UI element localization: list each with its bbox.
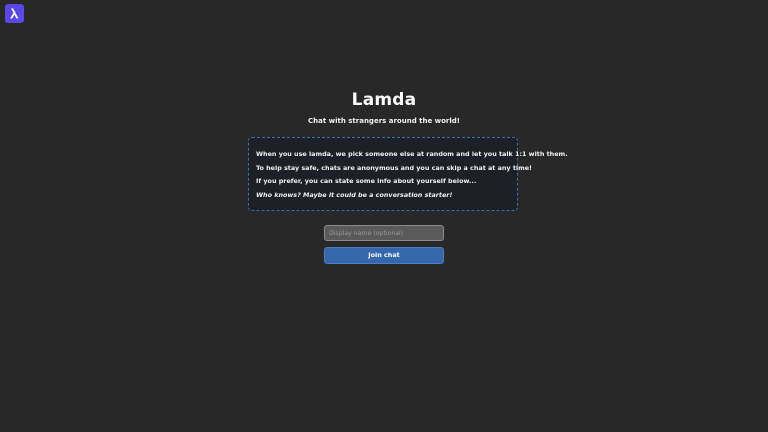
app-title: Lamda [351, 90, 417, 110]
join-chat-button[interactable]: Join chat [324, 247, 444, 264]
info-box: When you use lamda, we pick someone else… [248, 137, 568, 211]
info-line-starter: Who knows? Maybe it could be a conversat… [256, 190, 453, 199]
display-name-input[interactable] [324, 225, 444, 241]
app-subtitle: Chat with strangers around the world! [308, 117, 460, 125]
info-line-prefer: If you prefer, you can state some info a… [256, 177, 477, 186]
landing-page: Lamda Chat with strangers around the wor… [0, 0, 768, 432]
info-line-intro: When you use lamda, we pick someone else… [256, 150, 568, 158]
info-line-safety: To help stay safe, chats are anonymous a… [256, 163, 532, 172]
